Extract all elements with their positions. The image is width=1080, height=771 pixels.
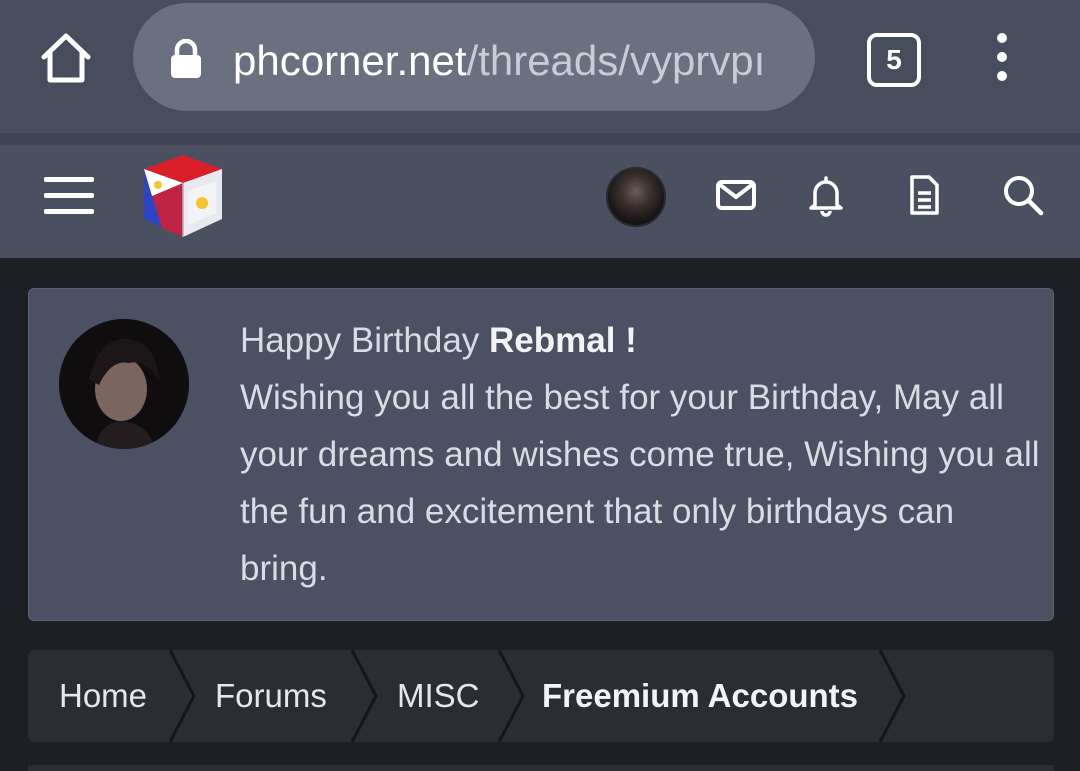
kebab-menu-icon[interactable] (990, 32, 1014, 82)
breadcrumb-misc[interactable]: MISC (397, 650, 480, 742)
birthday-message: Happy Birthday Rebmal ! Wishing you all … (240, 312, 1040, 597)
tab-switcher-button[interactable]: 5 (867, 33, 921, 87)
site-header (0, 145, 1080, 258)
breadcrumb-freemium-accounts[interactable]: Freemium Accounts (542, 650, 858, 742)
birthday-notice: Happy Birthday Rebmal ! Wishing you all … (28, 288, 1054, 621)
greeting-text: Happy Birthday (240, 321, 490, 360)
chevron-right-icon (497, 650, 525, 742)
breadcrumb: Home Forums MISC Freemium Accounts (28, 650, 1054, 742)
mail-icon[interactable] (714, 173, 758, 217)
birthday-wishes: Wishing you all the best for your Birthd… (240, 378, 1040, 588)
birthday-username[interactable]: Rebmal ! (489, 321, 637, 360)
lock-icon (171, 39, 201, 78)
document-icon[interactable] (902, 173, 946, 217)
url-host: phcorner.net (233, 37, 467, 84)
chevron-right-icon (350, 650, 378, 742)
breadcrumb-home[interactable]: Home (59, 650, 147, 742)
url-text[interactable]: phcorner.net/threads/vyprvpı (233, 31, 798, 91)
breadcrumb-forums[interactable]: Forums (215, 650, 327, 742)
divider (0, 133, 1080, 145)
home-icon[interactable] (38, 30, 94, 86)
chevron-right-icon (878, 650, 906, 742)
url-path: /threads/vyprvpı (466, 37, 766, 84)
bell-icon[interactable] (804, 173, 848, 217)
site-logo[interactable] (138, 151, 228, 241)
address-bar[interactable]: phcorner.net/threads/vyprvpı (133, 3, 815, 111)
browser-toolbar: phcorner.net/threads/vyprvpı 5 (0, 0, 1080, 133)
user-avatar[interactable] (606, 167, 666, 227)
chevron-right-icon (168, 650, 196, 742)
member-avatar[interactable] (59, 319, 189, 449)
search-icon[interactable] (1001, 173, 1045, 217)
hamburger-menu-icon[interactable] (44, 173, 94, 217)
content-edge (28, 765, 1054, 771)
